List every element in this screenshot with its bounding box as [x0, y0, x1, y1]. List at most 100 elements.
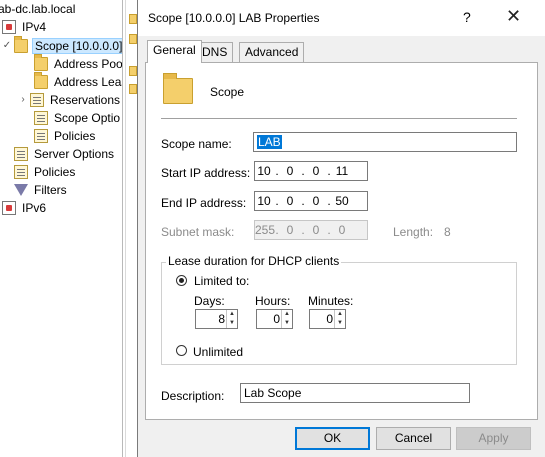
tree-item-address-leases[interactable]: Address Leas — [34, 72, 122, 91]
dialog-title: Scope [10.0.0.0] LAB Properties — [148, 11, 320, 25]
start-ip-field[interactable]: 10. 0. 0. 11 — [254, 161, 368, 181]
tree-item-ipv6-label: IPv6 — [22, 201, 47, 215]
reservations-icon — [30, 93, 44, 107]
server-options-icon — [14, 147, 28, 161]
tree-item-server-options[interactable]: Server Options — [14, 145, 116, 163]
spin-up-icon[interactable]: ▲ — [335, 310, 345, 319]
description-label: Description: — [161, 389, 225, 403]
tree-item-scope[interactable]: ✓ Scope [10.0.0.0] — [2, 36, 122, 55]
help-button[interactable]: ? — [463, 9, 471, 25]
scope-header-label: Scope — [210, 85, 245, 99]
minutes-label: Minutes: — [308, 294, 354, 308]
start-ip-octet-3: 0 — [312, 164, 320, 178]
tree-item-address-leases-label: Address Leas — [54, 75, 122, 89]
scope-properties-dialog: Scope [10.0.0.0] LAB Properties ? ✕ Gene… — [137, 0, 545, 457]
hours-spinner[interactable]: 0 ▲ ▼ — [256, 309, 293, 329]
length-value: 8 — [444, 225, 451, 239]
tree-item-ipv4[interactable]: IPv4 — [2, 18, 48, 36]
days-spinner[interactable]: 8 ▲ ▼ — [195, 309, 238, 329]
tree-item-scope-label: Scope [10.0.0.0] — [32, 38, 122, 54]
lease-duration-title: Lease duration for DHCP clients — [166, 254, 342, 268]
dialog-titlebar[interactable]: Scope [10.0.0.0] LAB Properties ? ✕ — [138, 0, 545, 36]
collapse-chevron-icon[interactable]: ✓ — [2, 37, 12, 55]
tree-item-reservations-label: Reservations — [50, 93, 121, 107]
subnet-octet-3: 0 — [312, 223, 320, 237]
subnet-mask-label: Subnet mask: — [161, 225, 235, 239]
scope-folder-icon — [163, 73, 193, 104]
list-folder-icon — [129, 14, 137, 24]
tree-item-scope-options[interactable]: Scope Optio — [34, 109, 122, 127]
tab-advanced[interactable]: Advanced — [239, 42, 305, 62]
description-field[interactable]: Lab Scope — [240, 383, 470, 403]
scope-policies-icon — [34, 129, 48, 143]
policies-icon — [14, 165, 28, 179]
scope-name-field[interactable]: LAB — [253, 132, 517, 152]
ok-button[interactable]: OK — [295, 427, 370, 450]
subnet-octet-2: 0 — [286, 223, 294, 237]
subnet-octet-1: 255 — [255, 223, 276, 237]
end-ip-octet-1: 10 — [257, 194, 271, 208]
scope-options-icon — [34, 111, 48, 125]
list-folder-icon — [129, 34, 137, 44]
tree-item-server-label: ab-dc.lab.local — [0, 2, 76, 16]
general-tab-panel: Scope Scope name: LAB Start IP address: … — [145, 62, 538, 420]
description-value: Lab Scope — [244, 386, 302, 400]
scope-folder-icon — [14, 36, 28, 53]
spin-down-icon[interactable]: ▼ — [282, 319, 292, 328]
tree-item-reservations[interactable]: › Reservations — [18, 91, 122, 109]
days-value: 8 — [218, 312, 225, 326]
spin-up-icon[interactable]: ▲ — [227, 310, 237, 319]
end-ip-field[interactable]: 10. 0. 0. 50 — [254, 191, 368, 211]
days-label: Days: — [194, 294, 225, 308]
address-pool-icon — [34, 54, 48, 71]
tree-item-filters[interactable]: Filters — [14, 181, 69, 199]
start-ip-label: Start IP address: — [161, 166, 251, 180]
tree-item-scope-policies-label: Policies — [54, 129, 96, 143]
scope-name-value: LAB — [257, 135, 282, 149]
filter-icon — [14, 184, 28, 196]
end-ip-label: End IP address: — [161, 196, 247, 210]
console-tree: ab-dc.lab.local IPv4 ✓ Scope [10.0.0.0] … — [0, 0, 122, 457]
end-ip-octet-3: 0 — [312, 194, 320, 208]
expand-chevron-icon[interactable]: › — [18, 91, 28, 109]
length-label: Length: — [393, 225, 434, 239]
end-ip-octet-4: 50 — [335, 194, 349, 208]
tree-item-policies-label: Policies — [34, 165, 76, 179]
spin-up-icon[interactable]: ▲ — [282, 310, 292, 319]
separator — [161, 118, 517, 119]
end-ip-octet-2: 0 — [286, 194, 294, 208]
spin-down-icon[interactable]: ▼ — [227, 319, 237, 328]
pane-edge — [125, 0, 126, 457]
close-button[interactable]: ✕ — [506, 6, 521, 27]
unlimited-radio[interactable] — [176, 345, 187, 356]
start-ip-octet-4: 11 — [335, 164, 349, 178]
tree-item-server-options-label: Server Options — [34, 147, 115, 161]
spin-down-icon[interactable]: ▼ — [335, 319, 345, 328]
tree-item-policies[interactable]: Policies — [14, 163, 77, 181]
tree-item-ipv4-label: IPv4 — [22, 20, 47, 34]
minutes-value: 0 — [326, 312, 333, 326]
tree-item-ipv6[interactable]: IPv6 — [2, 199, 48, 217]
cancel-button[interactable]: Cancel — [376, 427, 451, 450]
pane-divider[interactable] — [122, 0, 123, 457]
limited-radio[interactable] — [176, 275, 187, 286]
subnet-mask-field: 255. 0. 0. 0 — [254, 220, 368, 240]
address-leases-icon — [34, 72, 48, 89]
scope-name-label: Scope name: — [161, 137, 232, 151]
apply-button[interactable]: Apply — [456, 427, 531, 450]
hours-value: 0 — [273, 312, 280, 326]
limited-label: Limited to: — [194, 274, 250, 288]
tree-item-filters-label: Filters — [34, 183, 67, 197]
hours-label: Hours: — [255, 294, 291, 308]
tab-general[interactable]: General — [147, 40, 202, 63]
ipv6-icon — [2, 201, 16, 215]
tree-item-address-pool[interactable]: Address Poo — [34, 54, 122, 73]
tree-item-scope-policies[interactable]: Policies — [34, 127, 97, 145]
tree-item-scope-options-label: Scope Optio — [54, 111, 121, 125]
start-ip-octet-2: 0 — [286, 164, 294, 178]
tree-item-server[interactable]: ab-dc.lab.local — [0, 0, 77, 18]
list-folder-icon — [129, 84, 137, 94]
minutes-spinner[interactable]: 0 ▲ ▼ — [309, 309, 346, 329]
subnet-octet-4: 0 — [338, 223, 346, 237]
start-ip-octet-1: 10 — [257, 164, 271, 178]
